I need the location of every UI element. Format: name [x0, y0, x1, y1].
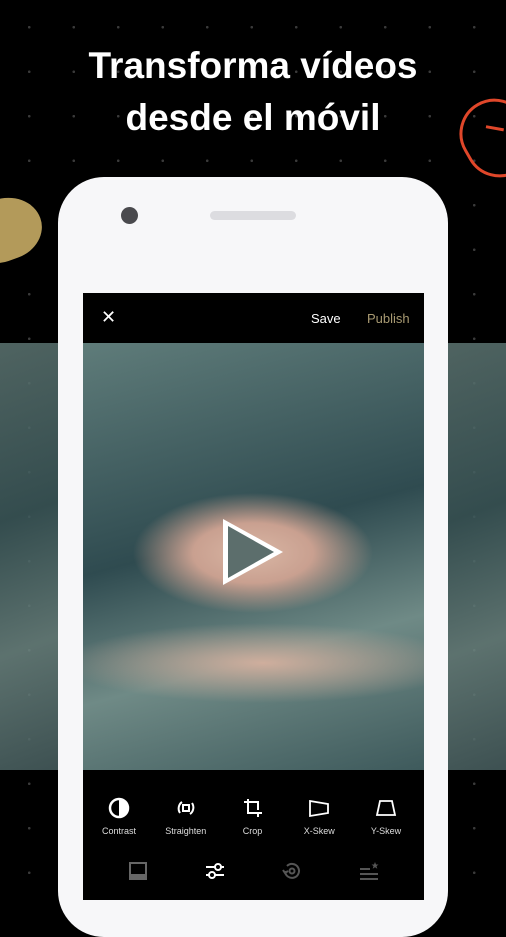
history-icon[interactable] — [280, 859, 304, 883]
editor-topbar: ✕ Save Publish — [83, 293, 424, 343]
tool-label: X-Skew — [303, 826, 335, 836]
camera-icon — [121, 207, 138, 224]
tool-x-skew[interactable]: X-Skew — [289, 796, 349, 845]
headline-line-2: desde el móvil — [125, 97, 381, 138]
headline-line-1: Transforma vídeos — [88, 45, 418, 86]
adjust-sliders-icon[interactable] — [203, 859, 227, 883]
tool-contrast[interactable]: Contrast — [89, 796, 149, 845]
speaker-grille — [210, 211, 296, 220]
save-button[interactable]: Save — [311, 311, 341, 326]
tool-label: Y-Skew — [370, 826, 402, 836]
close-icon[interactable]: ✕ — [101, 307, 116, 328]
x-skew-icon — [309, 799, 330, 818]
y-skew-icon — [375, 800, 397, 816]
recipes-icon[interactable] — [357, 859, 381, 883]
tool-crop[interactable]: Crop — [223, 796, 283, 845]
side-photo-right — [448, 343, 506, 770]
play-icon[interactable] — [223, 519, 283, 585]
tool-y-skew[interactable]: Y-Skew — [356, 796, 416, 845]
straighten-icon — [177, 801, 195, 815]
video-preview[interactable] — [83, 343, 424, 770]
editor-screen: ✕ Save Publish Contrast Straighten Crop … — [83, 293, 424, 900]
publish-button[interactable]: Publish — [367, 311, 410, 326]
tool-label: Contrast — [101, 826, 136, 836]
side-photo-left — [0, 343, 60, 770]
headline: Transforma vídeos desde el móvil — [0, 40, 506, 144]
tool-straighten[interactable]: Straighten — [156, 796, 216, 845]
bottom-nav — [83, 845, 424, 883]
contrast-icon — [108, 797, 130, 819]
presets-icon[interactable] — [126, 859, 150, 883]
tool-label: Straighten — [165, 826, 207, 836]
crop-icon — [243, 799, 262, 817]
tool-label: Crop — [242, 826, 263, 836]
tool-row: Contrast Straighten Crop X-Skew Y-Skew — [83, 770, 424, 845]
